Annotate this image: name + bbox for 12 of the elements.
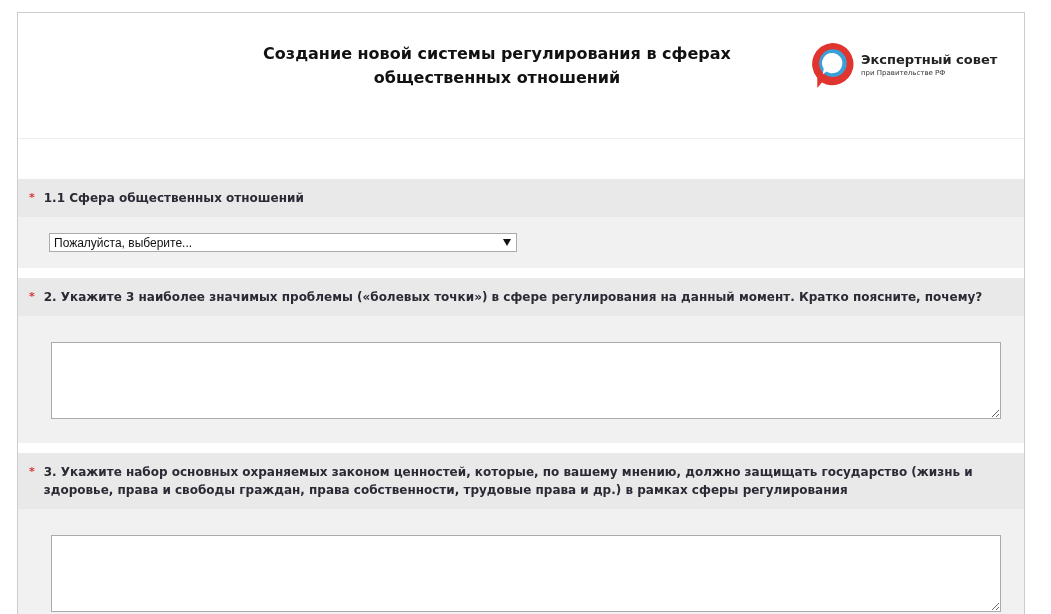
required-mark: *	[29, 464, 35, 480]
select-dropdown[interactable]: Пожалуйста, выберите...	[49, 233, 517, 252]
question-label: 3. Укажите набор основных охраняемых законом ценностей, которые, по вашему мнению, должно защищать государство (жизнь и здоровье, права и свободы граждан, права собственности, трудовые права и др.) в рамках сферы регулирования	[43, 464, 974, 499]
required-mark: *	[29, 289, 35, 305]
dropdown-caret-icon	[503, 239, 511, 246]
answer-textarea[interactable]	[51, 342, 1001, 419]
question-label: 1.1 Сфера общественных отношений	[43, 190, 304, 207]
answer-textarea[interactable]	[51, 535, 1001, 612]
logo-name: Экспертный совет	[861, 52, 998, 67]
form-title: Создание новой системы регулирования в сферах общественных отношений	[262, 42, 732, 89]
question-label: 2. Укажите 3 наиболее значимых проблемы («болевых точки») в сфере регулирования на данный момент. Кратко поясните, почему?	[43, 289, 983, 306]
required-mark: *	[29, 190, 35, 206]
